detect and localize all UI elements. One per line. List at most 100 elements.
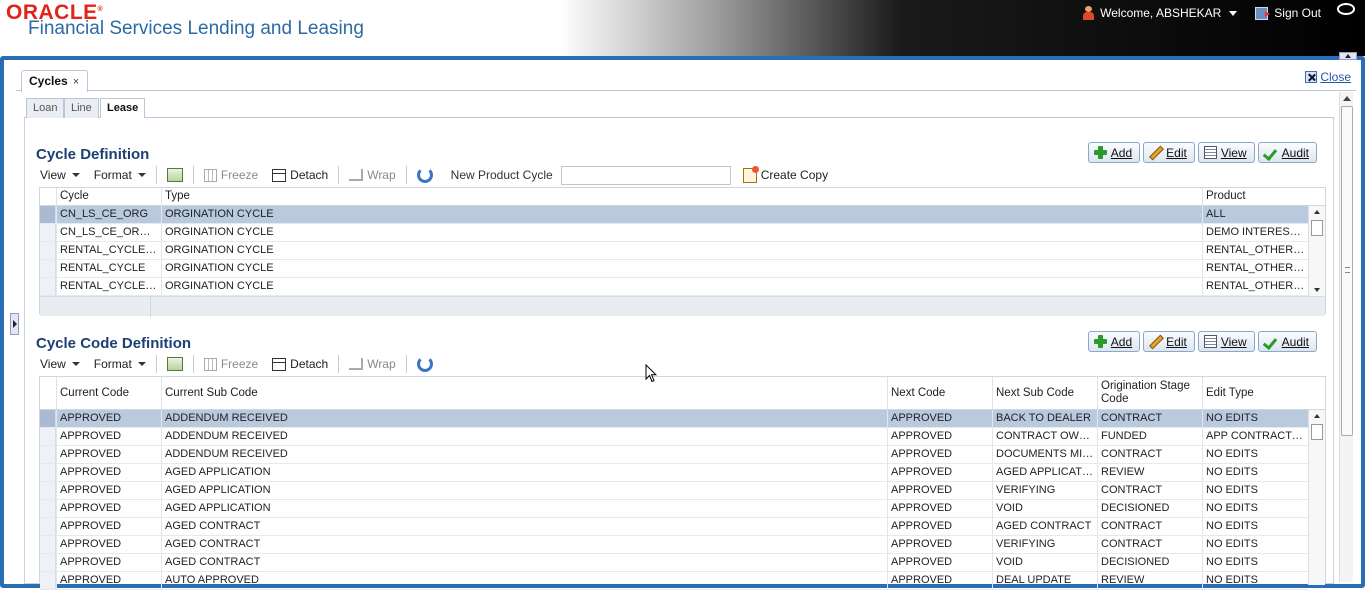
edit-cycle-code-button[interactable]: Edit xyxy=(1143,331,1195,352)
table-scrollbar[interactable] xyxy=(1308,206,1325,296)
add-cycle-button[interactable]: Add xyxy=(1087,142,1141,163)
freeze-button[interactable]: Freeze xyxy=(203,357,258,371)
scroll-up-icon[interactable] xyxy=(1314,414,1320,418)
detach-button[interactable]: Detach xyxy=(272,168,328,182)
table-cell: RENTAL_OTHER_D... xyxy=(1202,260,1308,277)
audit-cycle-code-button[interactable]: Audit xyxy=(1257,331,1317,352)
table-row[interactable]: APPROVED AGED APPLICATION APPROVED VOID DECI… xyxy=(40,500,1308,518)
table-row[interactable]: RENTAL_CYCLE|30... ORGINATION CYCLE RENTAL… xyxy=(40,278,1308,296)
table-row[interactable]: APPROVED AGED CONTRACT APPROVED VOID DECISIO… xyxy=(40,554,1308,572)
table-cell: CONTRACT xyxy=(1097,518,1202,535)
tab-line[interactable]: Line xyxy=(64,98,99,118)
table-row[interactable]: RENTAL_CYCLE ORGINATION CYCLE RENTAL_OTHER… xyxy=(40,260,1308,278)
audit-cycle-button[interactable]: Audit xyxy=(1257,142,1317,163)
row-selector[interactable] xyxy=(40,260,56,277)
collapse-header-handle[interactable] xyxy=(1339,52,1357,60)
row-selector[interactable] xyxy=(40,536,56,553)
column-header-cycle[interactable]: Cycle xyxy=(56,188,161,205)
view-menu[interactable]: View xyxy=(40,357,80,371)
row-selector[interactable] xyxy=(40,464,56,481)
row-selector[interactable] xyxy=(40,500,56,517)
format-menu[interactable]: Format xyxy=(94,168,146,182)
sign-out-icon[interactable] xyxy=(1255,6,1271,20)
row-selector[interactable] xyxy=(40,224,56,241)
view-cycle-code-button[interactable]: View xyxy=(1197,331,1255,352)
table-row[interactable]: APPROVED ADDENDUM RECEIVED APPROVED BACK TO… xyxy=(40,410,1308,428)
scrollbar-thumb[interactable] xyxy=(1341,106,1353,436)
edit-cycle-button[interactable]: Edit xyxy=(1143,142,1195,163)
table-row[interactable]: APPROVED ADDENDUM RECEIVED APPROVED DOCUMEN… xyxy=(40,446,1308,464)
new-product-cycle-input[interactable] xyxy=(560,165,731,185)
tab-loan[interactable]: Loan xyxy=(26,98,65,118)
format-menu-label: Format xyxy=(93,357,132,371)
sign-out-link[interactable]: Sign Out xyxy=(1274,6,1321,20)
refresh-icon[interactable] xyxy=(416,356,433,372)
tab-lease[interactable]: Lease xyxy=(100,98,146,119)
chat-icon[interactable] xyxy=(1337,3,1355,15)
scroll-down-icon[interactable] xyxy=(1314,288,1320,292)
logo-registered-mark: ® xyxy=(97,6,104,13)
chevron-down-icon[interactable] xyxy=(1229,10,1238,16)
column-header-edit-type[interactable]: Edit Type xyxy=(1202,377,1308,409)
export-button[interactable] xyxy=(166,168,183,182)
row-selector[interactable] xyxy=(40,518,56,535)
table-row[interactable]: APPROVED AGED APPLICATION APPROVED VERIFYIN… xyxy=(40,482,1308,500)
detach-label: Detach xyxy=(290,357,329,371)
wrap-button[interactable]: Wrap xyxy=(349,168,396,182)
page-scrollbar[interactable] xyxy=(1339,92,1353,582)
table-cell: APPROVED xyxy=(56,572,161,589)
row-selector[interactable] xyxy=(40,410,56,427)
tab-cycles[interactable]: Cycles × xyxy=(21,70,89,92)
view-menu[interactable]: View xyxy=(40,168,80,182)
expand-sidebar-handle[interactable] xyxy=(10,313,19,335)
detach-button[interactable]: Detach xyxy=(272,357,328,371)
table-row[interactable]: RENTAL_CYCLE|70... ORGINATION CYCLE RENTAL… xyxy=(40,242,1308,260)
table-cell: APPROVED xyxy=(887,410,992,427)
row-selector[interactable] xyxy=(40,446,56,463)
scroll-up-icon[interactable] xyxy=(1314,210,1320,214)
column-header-current-code[interactable]: Current Code xyxy=(56,377,161,409)
row-selector[interactable] xyxy=(40,572,56,589)
freeze-button[interactable]: Freeze xyxy=(203,168,258,182)
table-cell: VERIFYING xyxy=(992,482,1097,499)
export-button[interactable] xyxy=(166,357,183,371)
scrollbar-thumb[interactable] xyxy=(1311,220,1323,236)
new-product-cycle-label: New Product Cycle xyxy=(450,168,553,182)
close-label[interactable]: Close xyxy=(1320,70,1351,84)
table-scrollbar[interactable] xyxy=(1308,410,1325,585)
tab-close-icon[interactable]: × xyxy=(73,76,79,92)
column-header-origination-stage-code[interactable]: Origination Stage Code xyxy=(1097,377,1202,409)
column-header-next-sub-code[interactable]: Next Sub Code xyxy=(992,377,1097,409)
table-cell: DECISIONED xyxy=(1097,554,1202,571)
column-header-next-code[interactable]: Next Code xyxy=(887,377,992,409)
table-row[interactable]: CN_LS_CE_ORG|1... ORGINATION CYCLE DEMO IN… xyxy=(40,224,1308,242)
scroll-up-icon[interactable] xyxy=(1343,96,1351,101)
row-selector[interactable] xyxy=(40,242,56,259)
table-row[interactable]: APPROVED AGED APPLICATION APPROVED AGED APP… xyxy=(40,464,1308,482)
table-cell: APPROVED xyxy=(56,446,161,463)
scrollbar-thumb[interactable] xyxy=(1311,424,1323,440)
close-button[interactable]: Close xyxy=(1305,70,1351,84)
row-selector[interactable] xyxy=(40,482,56,499)
format-menu[interactable]: Format xyxy=(94,357,146,371)
row-selector[interactable] xyxy=(40,278,56,295)
welcome-user-menu[interactable]: Welcome, ABSHEKAR xyxy=(1100,6,1221,20)
view-cycle-button[interactable]: View xyxy=(1197,142,1255,163)
add-cycle-code-button[interactable]: Add xyxy=(1087,331,1141,352)
column-header-current-sub-code[interactable]: Current Sub Code xyxy=(161,377,887,409)
create-copy-button[interactable]: Create Copy xyxy=(742,165,828,183)
table-row[interactable]: APPROVED AGED CONTRACT APPROVED AGED CONTRA… xyxy=(40,518,1308,536)
row-selector[interactable] xyxy=(40,554,56,571)
row-selector[interactable] xyxy=(40,206,56,223)
table-cell: ALL xyxy=(1202,206,1308,223)
table-row[interactable]: APPROVED ADDENDUM RECEIVED APPROVED CONTRAC… xyxy=(40,428,1308,446)
table-row[interactable]: APPROVED AGED CONTRACT APPROVED VERIFYING CO… xyxy=(40,536,1308,554)
refresh-icon[interactable] xyxy=(416,167,433,183)
row-selector[interactable] xyxy=(40,428,56,445)
column-header-type[interactable]: Type xyxy=(161,188,1202,205)
table-row[interactable]: APPROVED AUTO APPROVED APPROVED DEAL UPDATE… xyxy=(40,572,1308,590)
close-icon[interactable] xyxy=(1305,71,1318,83)
wrap-button[interactable]: Wrap xyxy=(349,357,396,371)
column-header-product[interactable]: Product xyxy=(1202,188,1308,205)
table-row[interactable]: CN_LS_CE_ORG ORGINATION CYCLE ALL xyxy=(40,206,1308,224)
